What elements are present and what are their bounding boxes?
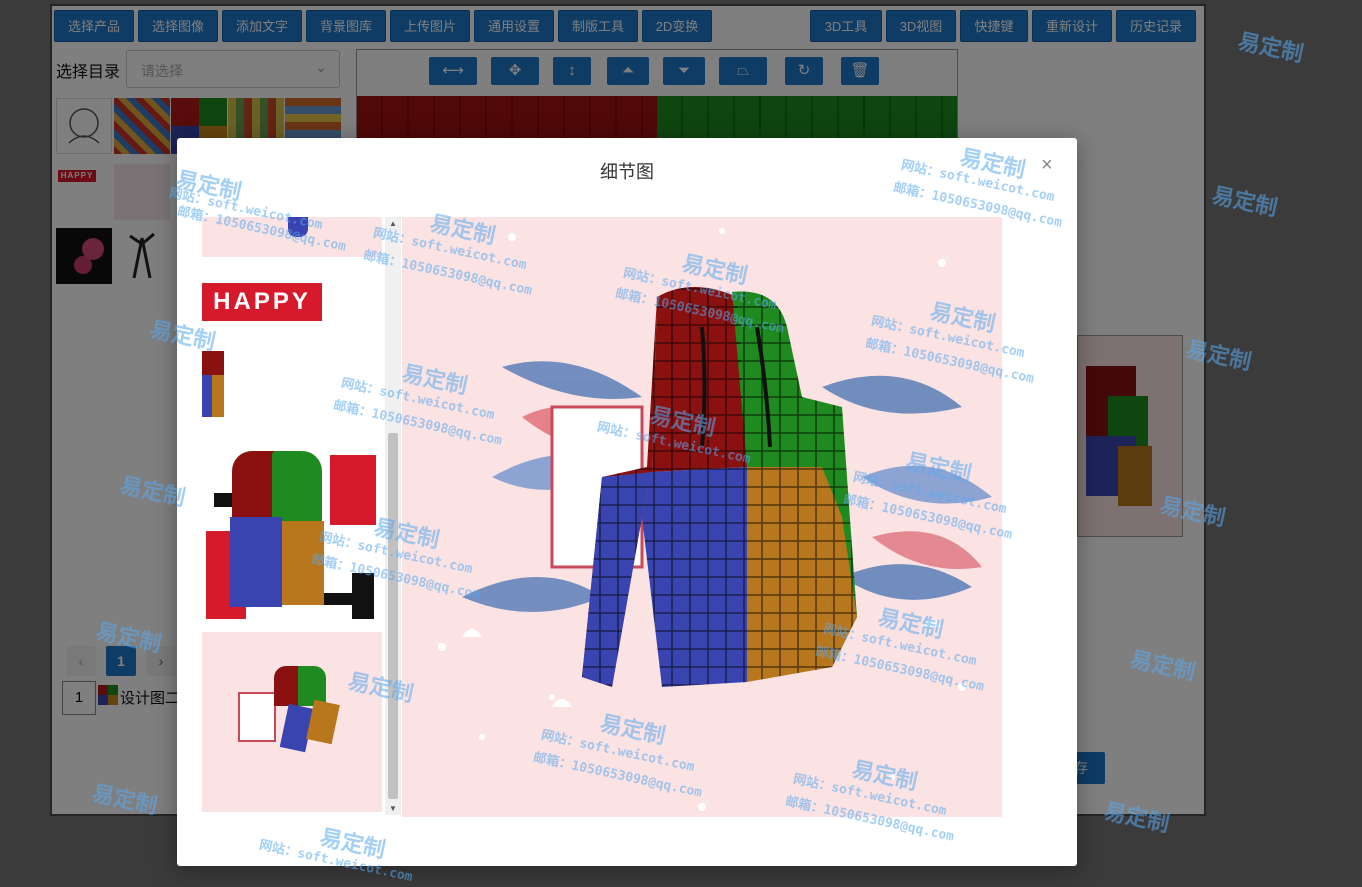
thumb-list-scrollbar[interactable]: ▲ ▼ xyxy=(385,217,401,815)
detail-thumb-hoodie-fragment xyxy=(202,351,224,417)
detail-main-image xyxy=(402,217,1002,817)
scrollbar-thumb[interactable] xyxy=(388,433,398,799)
detail-thumb-composite[interactable] xyxy=(202,443,382,623)
detail-thumb-happy[interactable]: HAPPY xyxy=(202,279,382,427)
happy-text: HAPPY xyxy=(202,283,322,321)
scroll-down-icon[interactable]: ▼ xyxy=(385,804,401,813)
scroll-up-icon[interactable]: ▲ xyxy=(385,219,401,228)
hoodie-detail-illustration xyxy=(438,228,992,811)
close-icon[interactable]: × xyxy=(1041,154,1053,177)
modal-title: 细节图 xyxy=(600,162,654,182)
detail-thumb-list: HAPPY xyxy=(202,217,402,815)
detail-thumb-selected[interactable] xyxy=(202,632,382,812)
detail-thumb-partial[interactable] xyxy=(202,217,382,257)
detail-modal: 细节图 × HAPPY ▲ ▼ xyxy=(177,138,1077,866)
